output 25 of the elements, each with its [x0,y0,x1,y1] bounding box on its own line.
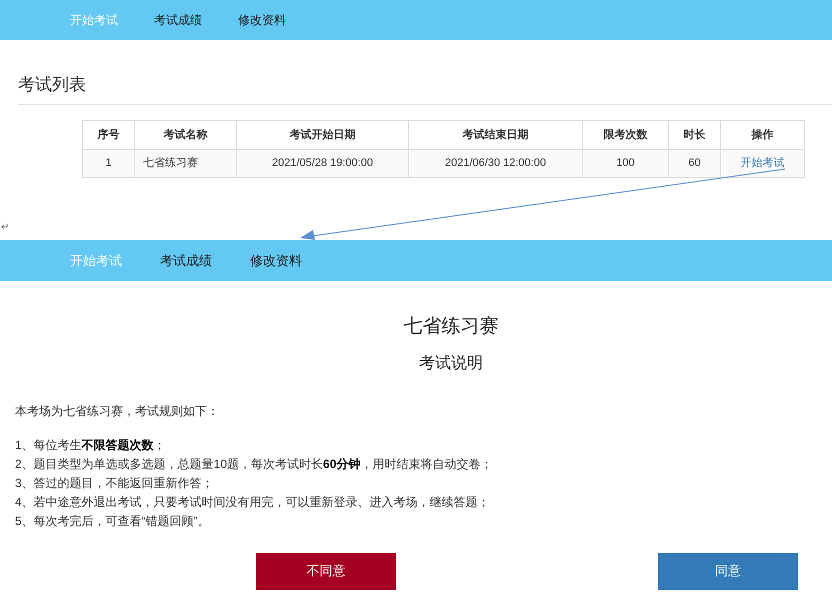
table-cell: 100 [582,150,668,178]
column-header: 考试开始日期 [236,120,408,150]
rule-text: 2、题目类型为单选或多选题，总题量10题，每次考试时长60分钟，用时结束将自动交卷； [15,456,494,472]
column-header: 序号 [82,120,134,150]
rule-text: 3、答过的题目，不能返回重新作答； [15,474,215,492]
nav-tab[interactable]: 修改资料 [250,250,302,270]
rule-text: 5、每次考完后，可查看“错题回顾”。 [15,512,211,530]
nav-tab[interactable]: 考试成绩 [160,250,212,270]
exam-subtitle: 考试说明 [419,354,483,374]
nav-tab[interactable]: 修改资料 [238,11,286,29]
rule-text: 1、每位考生不限答题次数； [15,436,167,454]
table-cell: 60 [668,150,720,178]
table-cell: 2021/05/28 19:00:00 [236,150,408,178]
rule-text: 4、若中途意外退出考试，只要考试时间没有用完，可以重新登录、进入考场，继续答题； [15,494,491,510]
nav-tab[interactable]: 考试成绩 [154,11,202,29]
return-mark: ↵ [1,222,9,233]
column-header: 考试结束日期 [408,120,582,150]
decline-button[interactable]: 不同意 [256,552,396,590]
accept-button[interactable]: 同意 [658,552,798,590]
table-cell: 2021/06/30 12:00:00 [408,150,582,178]
intro-text: 本考场为七省练习赛，考试规则如下： [15,402,220,420]
exam-title: 七省练习赛 [404,315,498,339]
page-heading: 考试列表 [18,75,86,94]
table-cell: 1 [82,150,134,178]
table-cell: 七省练习赛 [134,150,236,178]
